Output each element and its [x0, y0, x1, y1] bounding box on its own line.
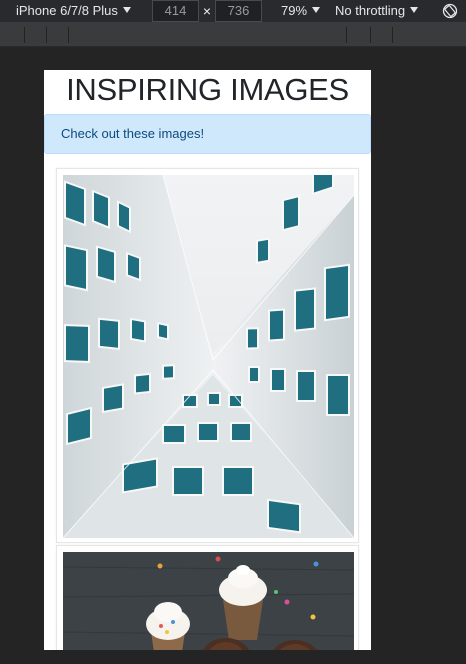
cupcakes-photo[interactable]: [63, 552, 354, 650]
mq-divider: [370, 27, 371, 43]
zoom-select[interactable]: 79%: [281, 0, 321, 23]
throttling-label: No throttling: [335, 3, 406, 18]
device-select[interactable]: iPhone 6/7/8 Plus: [16, 0, 131, 23]
device-toolbar: iPhone 6/7/8 Plus 414 × 736 79% No throt…: [0, 0, 466, 23]
zoom-label: 79%: [281, 3, 308, 18]
rotate-icon[interactable]: [442, 3, 458, 19]
times-separator: ×: [202, 3, 212, 19]
mq-divider: [392, 27, 393, 43]
device-viewport: INSPIRING IMAGES Check out these images!: [44, 70, 371, 650]
media-query-bar: [0, 23, 466, 47]
page-title: INSPIRING IMAGES: [66, 72, 349, 107]
info-alert: Check out these images!: [44, 114, 371, 154]
caret-down-icon: [122, 7, 131, 13]
mq-divider: [346, 27, 347, 43]
image-card: [56, 168, 359, 543]
mq-divider: [68, 27, 69, 43]
throttling-select[interactable]: No throttling: [335, 0, 419, 23]
width-input[interactable]: 414: [152, 0, 199, 22]
device-label: iPhone 6/7/8 Plus: [16, 3, 118, 18]
mq-divider: [24, 27, 25, 43]
mq-divider: [46, 27, 47, 43]
caret-down-icon: [410, 7, 419, 13]
workspace-edge: [0, 650, 466, 664]
caret-down-icon: [312, 7, 321, 13]
image-card: [56, 545, 359, 650]
building-photo[interactable]: [63, 175, 354, 538]
height-input[interactable]: 736: [215, 0, 262, 22]
